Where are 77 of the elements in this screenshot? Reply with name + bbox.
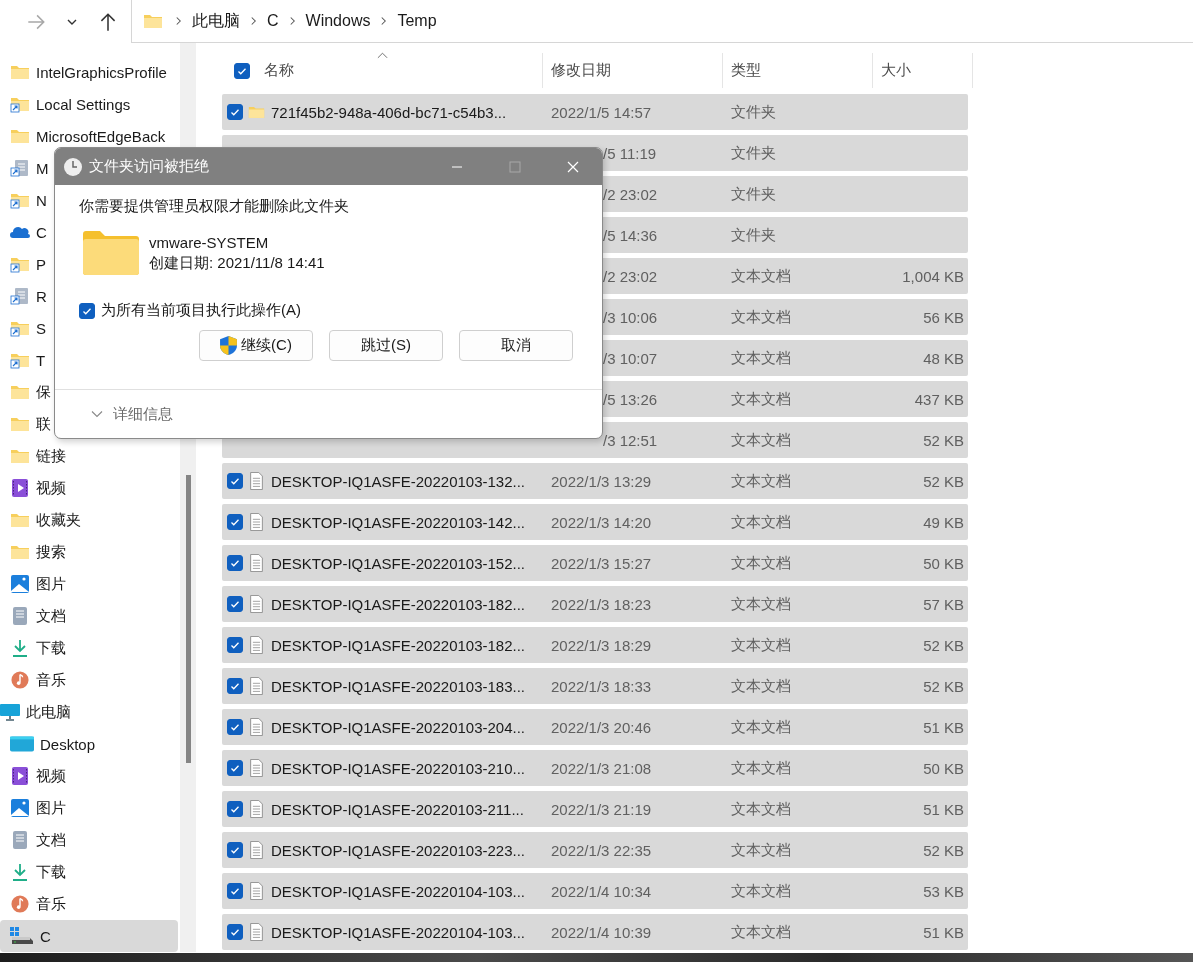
modified-date: 2022/1/3 21:08 [551, 759, 652, 777]
modified-date: /5 13:26 [603, 390, 658, 408]
modified-date: /2 23:02 [603, 185, 658, 203]
modified-date: /3 10:06 [603, 308, 658, 326]
file-size: 437 KB [914, 390, 964, 408]
file-size: 52 KB [923, 841, 964, 859]
file-name: 721f45b2-948a-406d-bc71-c54b3... [271, 103, 507, 121]
file-type: 文件夹 [731, 225, 776, 245]
file-name: DESKTOP-IQ1ASFE-20220103-223... [271, 841, 526, 859]
file-type: 文本文档 [731, 717, 791, 737]
file-size: 49 KB [923, 513, 964, 531]
file-size: 50 KB [923, 759, 964, 777]
file-type: 文本文档 [731, 758, 791, 778]
file-type: 文件夹 [731, 102, 776, 122]
file-size: 51 KB [923, 923, 964, 941]
file-type: 文件夹 [731, 143, 776, 163]
modified-date: 2022/1/3 20:46 [551, 718, 652, 736]
folder-name: vmware-SYSTEM [149, 232, 270, 253]
file-type: 文件夹 [731, 184, 776, 204]
modified-date: 2022/1/3 18:33 [551, 677, 652, 695]
modified-date: 2022/1/4 10:34 [551, 882, 652, 900]
file-name: DESKTOP-IQ1ASFE-20220103-142... [271, 513, 526, 531]
file-type: 文本文档 [731, 307, 791, 327]
file-type: 文本文档 [731, 922, 791, 942]
modified-date: 2022/1/3 18:23 [551, 595, 652, 613]
modified-date: 2022/1/3 13:29 [551, 472, 652, 490]
file-type: 文本文档 [731, 799, 791, 819]
created-date: 创建日期: 2021/11/8 14:41 [149, 252, 325, 273]
file-name: DESKTOP-IQ1ASFE-20220103-211... [271, 800, 524, 818]
file-type: 文本文档 [731, 348, 791, 368]
file-type: 文本文档 [731, 389, 791, 409]
file-size: 1,004 KB [902, 267, 964, 285]
file-size: 56 KB [923, 308, 964, 326]
file-size: 52 KB [923, 677, 964, 695]
modified-date: /5 14:36 [603, 226, 658, 244]
file-type: 文本文档 [731, 881, 791, 901]
file-type: 文本文档 [731, 635, 791, 655]
file-type: 文本文档 [731, 430, 791, 450]
modified-date: 2022/1/3 15:27 [551, 554, 652, 572]
file-size: 48 KB [923, 349, 964, 367]
modified-date: 2022/1/4 10:39 [551, 923, 652, 941]
dialog-title: 文件夹访问被拒绝 [89, 157, 209, 176]
file-name: DESKTOP-IQ1ASFE-20220103-182... [271, 595, 526, 613]
modified-date: /2 23:02 [603, 267, 658, 285]
file-size: 53 KB [923, 882, 964, 900]
file-type: 文本文档 [731, 471, 791, 491]
modified-date: 2022/1/3 21:19 [551, 800, 652, 818]
checkbox-label: 为所有当前项目执行此操作(A) [101, 301, 301, 320]
modified-date: /3 12:51 [603, 431, 658, 449]
file-size: 51 KB [923, 718, 964, 736]
file-size: 50 KB [923, 554, 964, 572]
modified-date: /3 10:07 [603, 349, 658, 367]
file-type: 文本文档 [731, 553, 791, 573]
file-name: DESKTOP-IQ1ASFE-20220103-183... [271, 677, 526, 695]
file-name: DESKTOP-IQ1ASFE-20220104-103... [271, 923, 526, 941]
file-name: DESKTOP-IQ1ASFE-20220103-204... [271, 718, 526, 736]
file-size: 51 KB [923, 800, 964, 818]
file-size: 57 KB [923, 595, 964, 613]
file-type: 文本文档 [731, 512, 791, 532]
file-type: 文本文档 [731, 840, 791, 860]
modified-date: 2022/1/3 22:35 [551, 841, 652, 859]
file-type: 文本文档 [731, 676, 791, 696]
file-name: DESKTOP-IQ1ASFE-20220103-182... [271, 636, 526, 654]
modified-date: 2022/1/5 14:57 [551, 103, 652, 121]
file-size: 52 KB [923, 636, 964, 654]
file-name: DESKTOP-IQ1ASFE-20220104-103... [271, 882, 526, 900]
modified-date: 2022/1/3 18:29 [551, 636, 652, 654]
file-type: 文本文档 [731, 594, 791, 614]
file-type: 文本文档 [731, 266, 791, 286]
file-size: 52 KB [923, 472, 964, 490]
modified-date: /5 11:19 [603, 144, 657, 162]
file-name: DESKTOP-IQ1ASFE-20220103-210... [271, 759, 526, 777]
dialog-message: 你需要提供管理员权限才能删除此文件夹 [79, 197, 350, 216]
file-name: DESKTOP-IQ1ASFE-20220103-132... [271, 472, 526, 490]
modified-date: 2022/1/3 14:20 [551, 513, 652, 531]
file-name: DESKTOP-IQ1ASFE-20220103-152... [271, 554, 526, 572]
file-size: 52 KB [923, 431, 964, 449]
